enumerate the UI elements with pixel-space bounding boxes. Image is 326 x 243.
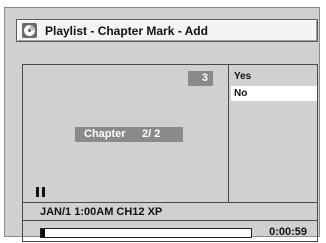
main-frame: 3 Chapter 2/ 2 Yes No <box>22 64 318 203</box>
disc-icon <box>22 23 37 38</box>
recording-info: JAN/1 1:00AM CH12 XP <box>40 206 163 218</box>
menu-item-label: No <box>234 88 248 99</box>
progress-fill <box>41 229 45 237</box>
title-bar: Playlist - Chapter Mark - Add <box>16 19 318 42</box>
elapsed-time: 0:00:59 <box>269 226 307 238</box>
progress-row: 0:00:59 <box>22 221 318 242</box>
osd-screen: Playlist - Chapter Mark - Add 3 Chapter … <box>4 7 320 242</box>
menu-item-yes[interactable]: Yes <box>231 69 317 84</box>
menu-item-no[interactable]: No <box>231 86 317 101</box>
pause-icon <box>36 187 46 197</box>
chapter-value: 2/ 2 <box>142 128 161 140</box>
status-line: JAN/1 1:00AM CH12 XP <box>22 203 318 221</box>
panel-divider <box>228 65 229 202</box>
menu-item-label: Yes <box>234 71 252 82</box>
progress-bar <box>40 228 252 238</box>
chapter-label: Chapter <box>84 128 126 140</box>
page-title: Playlist - Chapter Mark - Add <box>45 24 208 38</box>
chapter-indicator: Chapter 2/ 2 <box>75 127 183 142</box>
chapter-number-badge: 3 <box>188 71 213 86</box>
